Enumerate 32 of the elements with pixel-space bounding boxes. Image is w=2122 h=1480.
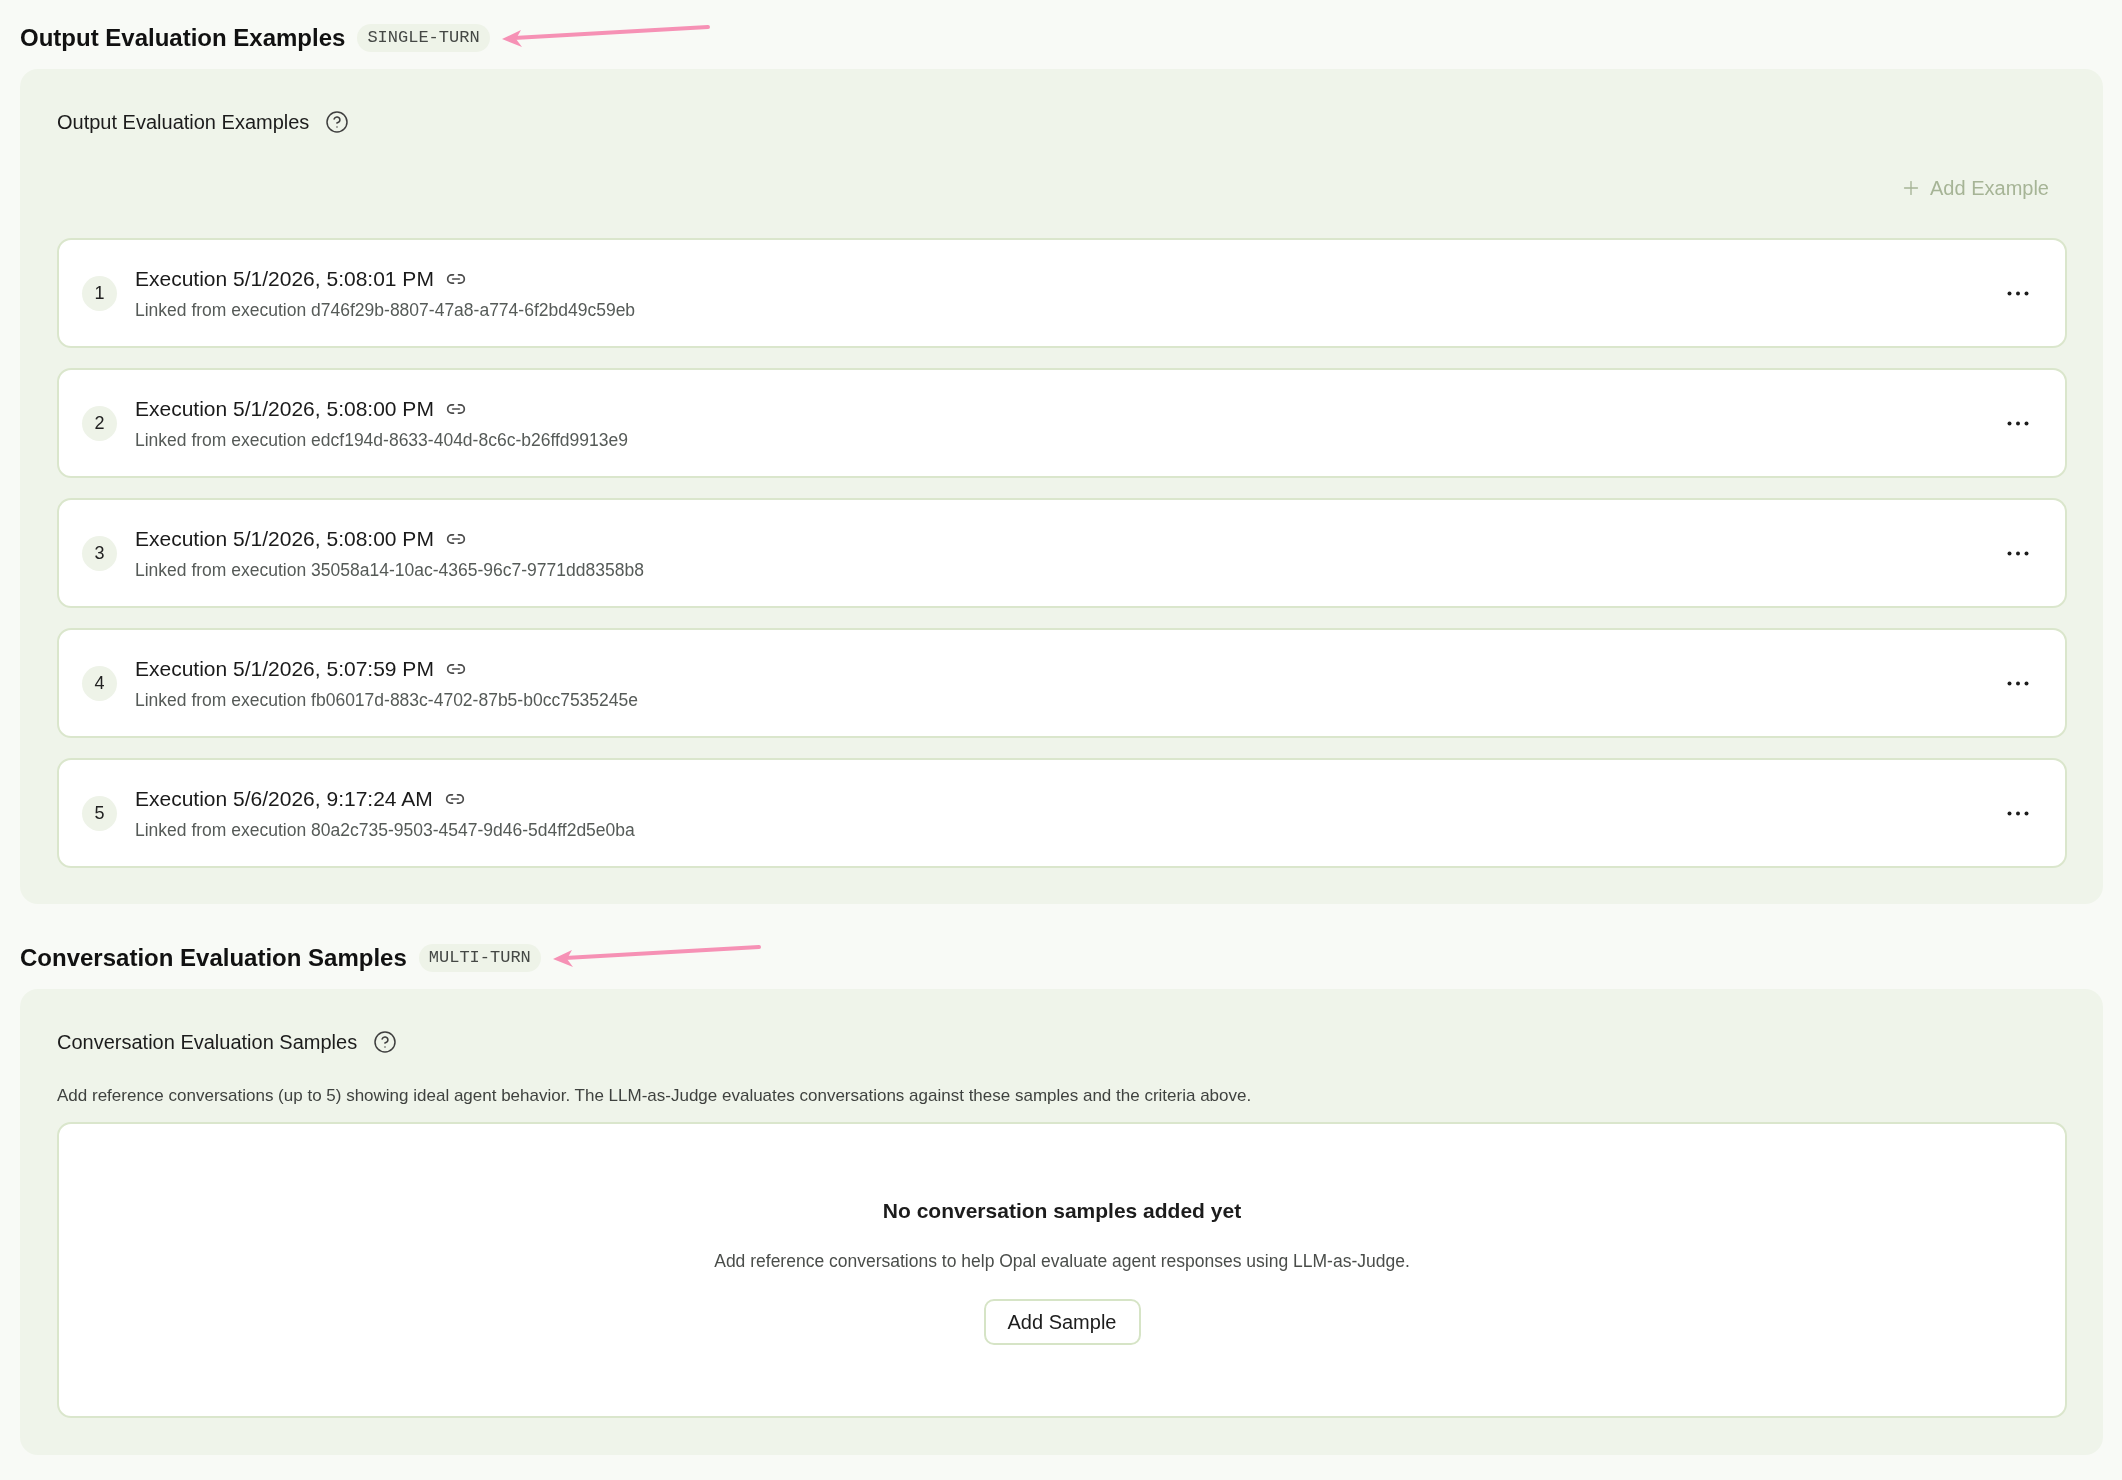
execution-title: Execution 5/1/2026, 5:07:59 PM [135, 655, 434, 682]
panel-title: Output Evaluation Examples [57, 110, 310, 135]
step-number: 2 [82, 405, 117, 441]
section-title: Conversation Evaluation Samples [20, 943, 407, 973]
step-number: 5 [82, 795, 117, 831]
add-sample-button[interactable]: Add Sample [983, 1298, 1141, 1345]
ellipsis-icon [2007, 680, 2029, 686]
execution-source: Linked from execution 80a2c735-9503-4547-9d46-5d4ff2d5e0ba [135, 818, 636, 842]
execution-source: Linked from execution 35058a14-10ac-4365-96c7-9771dd8358b8 [135, 558, 645, 582]
section-title: Output Evaluation Examples [20, 23, 346, 53]
panel-title: Conversation Evaluation Samples [57, 1030, 358, 1055]
empty-state-title: No conversation samples added yet [882, 1197, 1242, 1224]
execution-title: Execution 5/1/2026, 5:08:00 PM [135, 525, 434, 552]
step-number: 4 [82, 665, 117, 701]
execution-title: Execution 5/6/2026, 9:17:24 AM [135, 785, 433, 812]
help-icon[interactable] [373, 1030, 398, 1054]
step-number: 1 [82, 275, 117, 311]
mode-tag: SINGLE-TURN [357, 24, 490, 52]
execution-title: Execution 5/1/2026, 5:08:00 PM [135, 395, 434, 422]
ellipsis-icon [2007, 550, 2029, 556]
execution-source: Linked from execution d746f29b-8807-47a8-a774-6f2bd49c59eb [135, 298, 637, 322]
execution-source: Linked from execution fb06017d-883c-4702-87b5-b0cc7535245e [135, 688, 639, 712]
empty-state-text: Add reference conversations to help Opal evaluate agent responses using LLM-as-Judge. [714, 1249, 1410, 1273]
execution-title: Execution 5/1/2026, 5:08:01 PM [135, 265, 434, 292]
mode-tag: MULTI-TURN [418, 944, 541, 972]
ellipsis-icon [2007, 810, 2029, 816]
step-number: 3 [82, 535, 117, 571]
ellipsis-icon [2007, 290, 2029, 296]
panel-description: Add reference conversations (up to 5) showing ideal agent behavior. The LLM-as-Judge evaluates conversations against these samples and the criteria above. [57, 1085, 1253, 1107]
ellipsis-icon [2007, 420, 2029, 426]
execution-source: Linked from execution edcf194d-8633-404d-8c6c-b26ffd9913e9 [135, 428, 629, 452]
help-icon[interactable] [325, 110, 350, 134]
